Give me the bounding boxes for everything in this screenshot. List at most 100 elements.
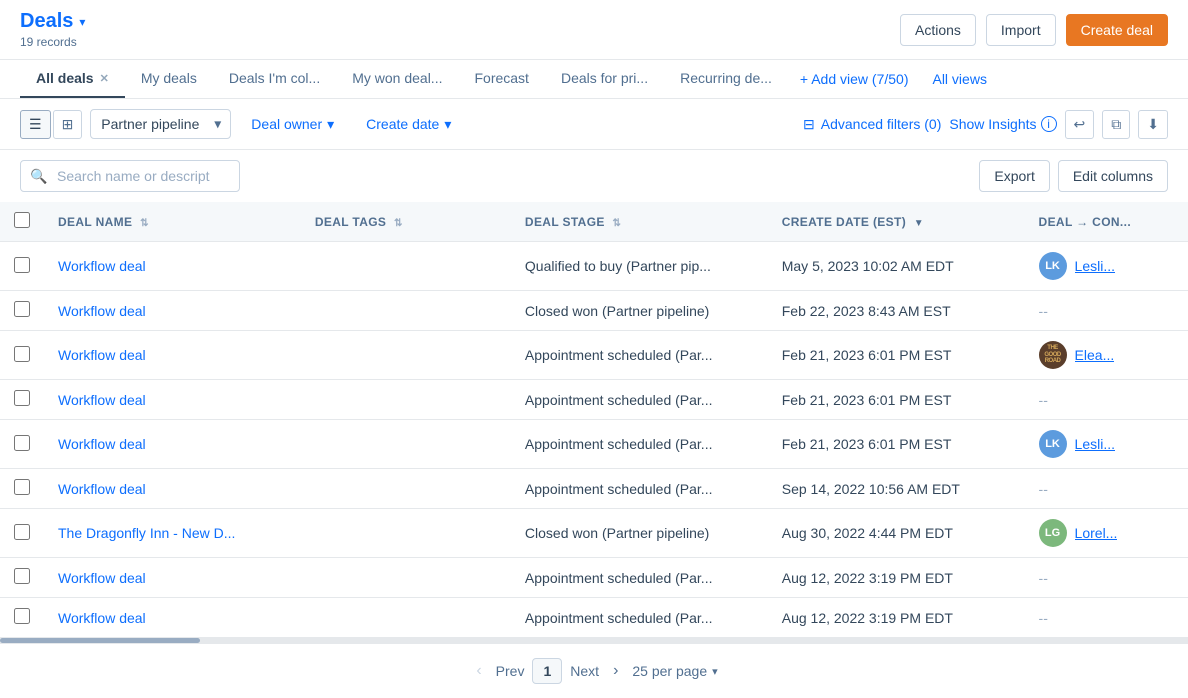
deal-name-link-0[interactable]: Workflow deal <box>58 258 146 274</box>
pipeline-select[interactable]: Partner pipeline <box>90 109 231 139</box>
contact-name-link-4[interactable]: Lesli... <box>1075 436 1115 452</box>
contact-inner-0: LK Lesli... <box>1039 252 1174 280</box>
list-view-button[interactable]: ☰ <box>20 110 51 139</box>
tab-my-deals[interactable]: My deals <box>125 60 213 98</box>
deal-name-link-6[interactable]: The Dragonfly Inn - New D... <box>58 525 235 541</box>
tab-my-deals-label: My deals <box>141 70 197 86</box>
deal-tags-0 <box>301 242 511 291</box>
import-button[interactable]: Import <box>986 14 1056 46</box>
board-view-button[interactable]: ⊞ <box>53 110 83 139</box>
deal-name-link-5[interactable]: Workflow deal <box>58 481 146 497</box>
show-insights-button[interactable]: Show Insights i <box>949 116 1056 132</box>
contact-avatar-6: LG <box>1039 519 1067 547</box>
contact-cell-5: -- <box>1025 469 1188 509</box>
tab-recurring[interactable]: Recurring de... <box>664 60 788 98</box>
per-page-label: 25 per page <box>632 663 707 679</box>
pipeline-wrapper: Partner pipeline <box>90 109 231 139</box>
deal-stage-8: Appointment scheduled (Par... <box>511 598 768 638</box>
tab-close-icon[interactable]: ✕ <box>100 72 109 85</box>
row-checkbox-6[interactable] <box>14 524 30 540</box>
edit-columns-button[interactable]: Edit columns <box>1058 160 1168 192</box>
deal-name-link-7[interactable]: Workflow deal <box>58 570 146 586</box>
table-row: Workflow deal Appointment scheduled (Par.… <box>0 420 1188 469</box>
tab-won-deals-label: My won deal... <box>352 70 442 86</box>
export-button[interactable]: Export <box>979 160 1049 192</box>
contact-cell-7: -- <box>1025 558 1188 598</box>
tabs-bar: All deals ✕ My deals Deals I'm col... My… <box>0 60 1188 99</box>
contact-inner-6: LG Lorel... <box>1039 519 1174 547</box>
tab-recurring-label: Recurring de... <box>680 70 772 86</box>
contact-name-link-2[interactable]: Elea... <box>1075 347 1115 363</box>
advanced-filters-button[interactable]: ⊟ Advanced filters (0) <box>803 116 941 133</box>
tab-all-deals[interactable]: All deals ✕ <box>20 60 125 98</box>
row-checkbox-0[interactable] <box>14 257 30 273</box>
tab-deals-col-label: Deals I'm col... <box>229 70 320 86</box>
contact-name-link-6[interactable]: Lorel... <box>1075 525 1118 541</box>
create-deal-button[interactable]: Create deal <box>1066 14 1168 46</box>
row-checkbox-1[interactable] <box>14 301 30 317</box>
deal-stage-0: Qualified to buy (Partner pip... <box>511 242 768 291</box>
undo-button[interactable]: ↩ <box>1065 110 1095 139</box>
contact-cell-4: LKLesli... <box>1025 420 1188 469</box>
table-row: Workflow deal Appointment scheduled (Par.… <box>0 598 1188 638</box>
create-date-filter[interactable]: Create date ▾ <box>354 110 463 139</box>
no-contact-dash-1: -- <box>1039 303 1048 319</box>
row-checkbox-7[interactable] <box>14 568 30 584</box>
deal-stage-5: Appointment scheduled (Par... <box>511 469 768 509</box>
page-title: Deals <box>20 10 73 33</box>
deal-owner-filter[interactable]: Deal owner ▾ <box>239 110 346 139</box>
create-date-8: Aug 12, 2022 3:19 PM EDT <box>768 598 1025 638</box>
deal-stage-4: Appointment scheduled (Par... <box>511 420 768 469</box>
list-view-icon: ☰ <box>29 116 42 132</box>
table-row: Workflow deal Appointment scheduled (Par.… <box>0 558 1188 598</box>
prev-label[interactable]: Prev <box>496 663 525 679</box>
col-header-deal-name[interactable]: DEAL NAME ⇅ <box>44 202 301 242</box>
deal-name-link-1[interactable]: Workflow deal <box>58 303 146 319</box>
deal-name-link-3[interactable]: Workflow deal <box>58 392 146 408</box>
table-row: Workflow dealAppointment scheduled (Par.… <box>0 331 1188 380</box>
contact-avatar-0: LK <box>1039 252 1067 280</box>
row-checkbox-8[interactable] <box>14 608 30 624</box>
per-page-selector[interactable]: 25 per page ▾ <box>632 663 717 679</box>
deal-name-link-4[interactable]: Workflow deal <box>58 436 146 452</box>
row-checkbox-5[interactable] <box>14 479 30 495</box>
create-date-5: Sep 14, 2022 10:56 AM EDT <box>768 469 1025 509</box>
col-header-deal-stage[interactable]: DEAL STAGE ⇅ <box>511 202 768 242</box>
tab-add-view[interactable]: + Add view (7/50) <box>788 61 921 97</box>
col-header-create-date[interactable]: CREATE DATE (EST) ▼ <box>768 202 1025 242</box>
row-checkbox-3[interactable] <box>14 390 30 406</box>
download-icon: ⬇ <box>1147 116 1159 132</box>
tab-won-deals[interactable]: My won deal... <box>336 60 458 98</box>
tab-deals-pri[interactable]: Deals for pri... <box>545 60 664 98</box>
deal-stage-1: Closed won (Partner pipeline) <box>511 291 768 331</box>
select-all-checkbox[interactable] <box>14 212 30 228</box>
contact-name-link-0[interactable]: Lesli... <box>1075 258 1115 274</box>
row-checkbox-4[interactable] <box>14 435 30 451</box>
copy-button[interactable]: ⧉ <box>1102 110 1130 139</box>
toolbar: ☰ ⊞ Partner pipeline Deal owner ▾ Create… <box>0 99 1188 150</box>
search-input[interactable] <box>20 160 240 192</box>
tab-forecast[interactable]: Forecast <box>458 60 544 98</box>
header-right: Actions Import Create deal <box>900 14 1168 46</box>
contact-cell-2: THEGOODROADElea... <box>1025 331 1188 380</box>
tab-deals-col[interactable]: Deals I'm col... <box>213 60 336 98</box>
deal-tags-6 <box>301 509 511 558</box>
deal-name-link-2[interactable]: Workflow deal <box>58 347 146 363</box>
deal-name-link-8[interactable]: Workflow deal <box>58 610 146 626</box>
scroll-indicator[interactable] <box>0 638 1188 643</box>
deal-stage-7: Appointment scheduled (Par... <box>511 558 768 598</box>
no-contact-dash-7: -- <box>1039 570 1048 586</box>
actions-button[interactable]: Actions <box>900 14 976 46</box>
col-header-deal-tags[interactable]: DEAL TAGS ⇅ <box>301 202 511 242</box>
create-date-1: Feb 22, 2023 8:43 AM EST <box>768 291 1025 331</box>
download-button[interactable]: ⬇ <box>1138 110 1168 139</box>
scroll-thumb[interactable] <box>0 638 200 643</box>
adv-filters-label: Advanced filters (0) <box>821 116 942 132</box>
create-date-6: Aug 30, 2022 4:44 PM EDT <box>768 509 1025 558</box>
contact-cell-3: -- <box>1025 380 1188 420</box>
title-dropdown-icon[interactable]: ▾ <box>79 15 85 29</box>
next-label[interactable]: Next <box>570 663 599 679</box>
row-checkbox-2[interactable] <box>14 346 30 362</box>
table-body: Workflow deal Qualified to buy (Partner p… <box>0 242 1188 638</box>
tab-all-views[interactable]: All views <box>920 61 998 97</box>
